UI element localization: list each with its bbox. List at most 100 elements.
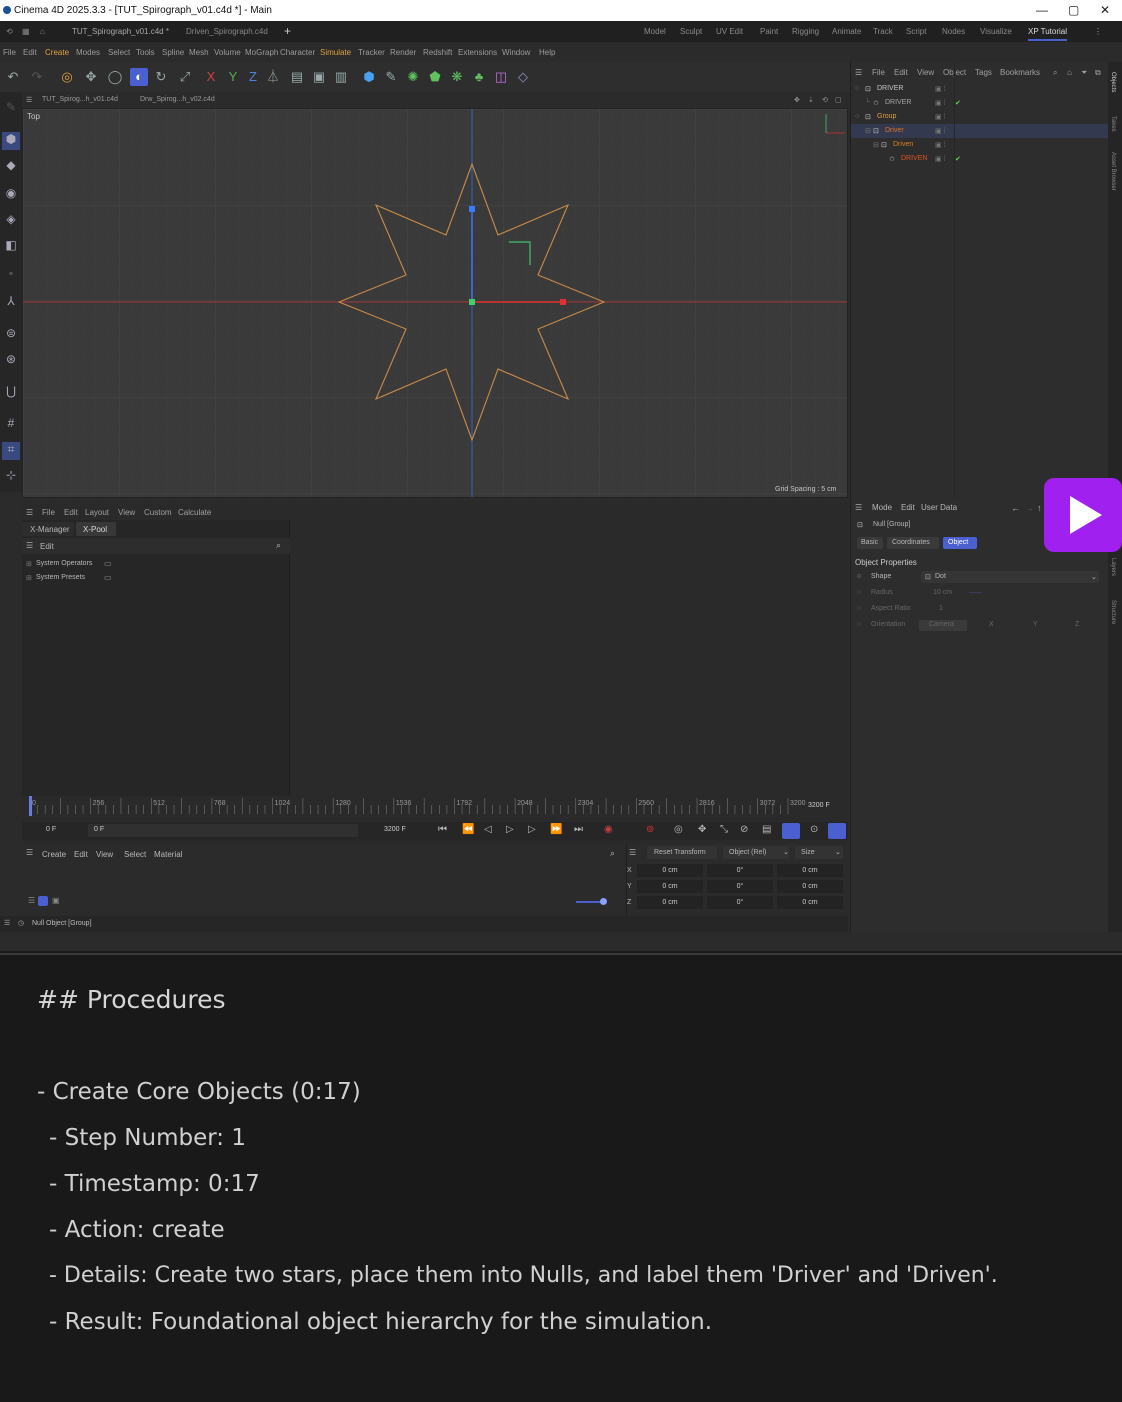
viewport-tab-1[interactable]: TUT_Spirog...h_v01.c4d (42, 96, 118, 103)
minimize-button[interactable]: — (1036, 3, 1048, 17)
menu-file[interactable]: File (3, 48, 16, 57)
cloner-icon[interactable]: ⬟ (426, 68, 444, 86)
attr-menu-icon[interactable]: ☰ (855, 503, 862, 512)
xp-menu-icon[interactable]: ☰ (26, 508, 33, 517)
xp-menu-custom[interactable]: Custom (144, 508, 172, 517)
object-name[interactable]: Driver (885, 127, 904, 134)
object-row[interactable]: ○ ⊡ Group ▣ ⁞ (851, 110, 1109, 124)
coord-field-pos[interactable]: 0 cm (637, 896, 703, 909)
om-home-icon[interactable]: ⌂ (1067, 68, 1072, 77)
home-icon[interactable]: ⌂ (40, 27, 45, 36)
coord-field-pos[interactable]: 0 cm (637, 880, 703, 893)
viewport-zoom-icon[interactable]: ⇣ (808, 96, 814, 104)
go-to-end-icon[interactable]: ⏭ (574, 824, 583, 835)
current-frame-field[interactable]: 0 F (46, 826, 56, 833)
om-search-icon[interactable]: ⌕ (1053, 68, 1057, 78)
menu-spline[interactable]: Spline (162, 48, 184, 57)
radius-slider[interactable]: ━━━ (969, 589, 982, 597)
visibility-toggle[interactable]: ▣ ⁞ (935, 141, 946, 149)
object-row[interactable]: ○ ⊡ DRIVER ▣ ⁞ (851, 82, 1109, 96)
texture-mode-icon[interactable]: ◆ (2, 158, 20, 176)
end-frame-field[interactable]: 3200 F (384, 826, 406, 833)
y-axis-icon[interactable]: Y (224, 68, 242, 86)
expand-icon[interactable]: ⊞ (26, 574, 32, 582)
attr-up-icon[interactable]: ↑ (1037, 503, 1042, 513)
mat-menu-material[interactable]: Material (154, 850, 182, 859)
mat-menu-select[interactable]: Select (124, 850, 146, 859)
object-row[interactable]: ✩ DRIVEN ▣ ⁞ ✔ (851, 152, 1109, 166)
om-menu-icon[interactable]: ☰ (855, 68, 862, 77)
xp-menu-file[interactable]: File (42, 508, 55, 517)
layout-track[interactable]: Track (873, 27, 893, 36)
side-tab-layers[interactable]: Layers (1110, 558, 1116, 576)
layout-model[interactable]: Model (644, 27, 666, 36)
rotate-icon[interactable]: ◐ (130, 68, 148, 86)
side-tab-structure[interactable]: Structure (1110, 600, 1116, 624)
menu-volume[interactable]: Volume (214, 48, 241, 57)
radio-icon[interactable]: ○ (857, 573, 861, 580)
render-view-icon[interactable]: ▣ (310, 68, 328, 86)
play-forward-icon[interactable]: ▷ (506, 824, 514, 835)
xp-menu-edit[interactable]: Edit (64, 508, 78, 517)
object-name[interactable]: DRIVEN (901, 155, 927, 162)
xpool-item-system-operators[interactable]: System Operators (36, 560, 92, 567)
mat-menu-view[interactable]: View (96, 850, 113, 859)
add-tab-icon[interactable]: + (284, 24, 291, 38)
key-param-icon[interactable]: ▤ (762, 824, 771, 835)
mat-zoom-knob[interactable] (600, 898, 607, 905)
deformer-icon[interactable]: ❋ (448, 68, 466, 86)
layout-rigging[interactable]: Rigging (792, 27, 819, 36)
om-menu-view[interactable]: View (917, 68, 934, 77)
play-video-button[interactable] (1044, 478, 1122, 552)
live-select-icon[interactable]: ◎ (58, 68, 76, 86)
menu-select[interactable]: Select (108, 48, 130, 57)
coord-field-size[interactable]: 0 cm (777, 896, 843, 909)
layout-visualize[interactable]: Visualize (980, 27, 1012, 36)
pen-icon[interactable]: ✎ (382, 68, 400, 86)
z-axis-icon[interactable]: Z (244, 68, 262, 86)
autokey-icon[interactable]: ⊚ (646, 824, 654, 835)
mat-list-view-icon[interactable]: ☰ (28, 896, 35, 905)
edges-mode-icon[interactable]: ◈ (2, 212, 20, 230)
coord-field-rot[interactable]: 0° (707, 896, 773, 909)
xp-menu-calculate[interactable]: Calculate (178, 508, 211, 517)
uv-mode-icon[interactable]: ▪ (2, 266, 20, 284)
om-menu-file[interactable]: File (872, 68, 885, 77)
search-icon[interactable]: ⌕ (276, 540, 281, 551)
attr-back-icon[interactable]: ← (1011, 503, 1020, 513)
field-icon[interactable]: ♣ (470, 68, 488, 86)
layout-nodes[interactable]: Nodes (942, 27, 965, 36)
layout-uv-edit[interactable]: UV Edit (716, 27, 743, 36)
undo-icon[interactable]: ↶ (4, 68, 22, 86)
key-scale-icon[interactable]: ⤡ (720, 824, 728, 835)
menu-tools[interactable]: Tools (136, 48, 155, 57)
expand-icon[interactable]: ⊞ (26, 560, 32, 568)
menu-character[interactable]: Character (280, 48, 315, 57)
viewport-tab-2[interactable]: Drw_Spirog...h_v02.c4d (140, 96, 215, 103)
layout-script[interactable]: Script (906, 27, 926, 36)
scene-icon[interactable]: ◫ (492, 68, 510, 86)
radio-icon[interactable]: ○ (857, 605, 861, 612)
object-row[interactable]: ⊟ ⊡ Driven ▣ ⁞ (851, 138, 1109, 152)
check-icon[interactable]: ✔ (955, 99, 961, 107)
radio-icon[interactable]: ○ (857, 621, 861, 628)
start-frame-field[interactable]: 0 F (94, 826, 104, 833)
light-icon[interactable]: ◇ (514, 68, 532, 86)
x-axis-icon[interactable]: X (202, 68, 220, 86)
key-rotation-icon[interactable]: ⊘ (740, 824, 748, 835)
chevron-down-icon[interactable]: ⌄ (835, 848, 841, 856)
mat-menu-icon[interactable]: ☰ (26, 848, 33, 857)
menu-tracker[interactable]: Tracker (358, 48, 385, 57)
object-row-selected[interactable]: ⊟ ⊡ Driver ▣ ⁞ (851, 124, 1109, 138)
visibility-toggle[interactable]: ▣ ⁞ (935, 155, 946, 163)
snap-grid-icon[interactable]: # (2, 416, 20, 434)
workplane-icon[interactable]: ⌗ (2, 442, 20, 460)
viewport-maximize-icon[interactable]: ▢ (835, 96, 842, 104)
grid-icon[interactable]: ▦ (22, 27, 30, 36)
layout-sculpt[interactable]: Sculpt (680, 27, 702, 36)
coord-field-size[interactable]: 0 cm (777, 864, 843, 877)
solo-icon[interactable]: ⊛ (2, 352, 20, 370)
key-position-icon[interactable]: ✥ (698, 824, 706, 835)
object-name[interactable]: DRIVER (877, 85, 903, 92)
om-menu-tags[interactable]: Tags (975, 68, 992, 77)
